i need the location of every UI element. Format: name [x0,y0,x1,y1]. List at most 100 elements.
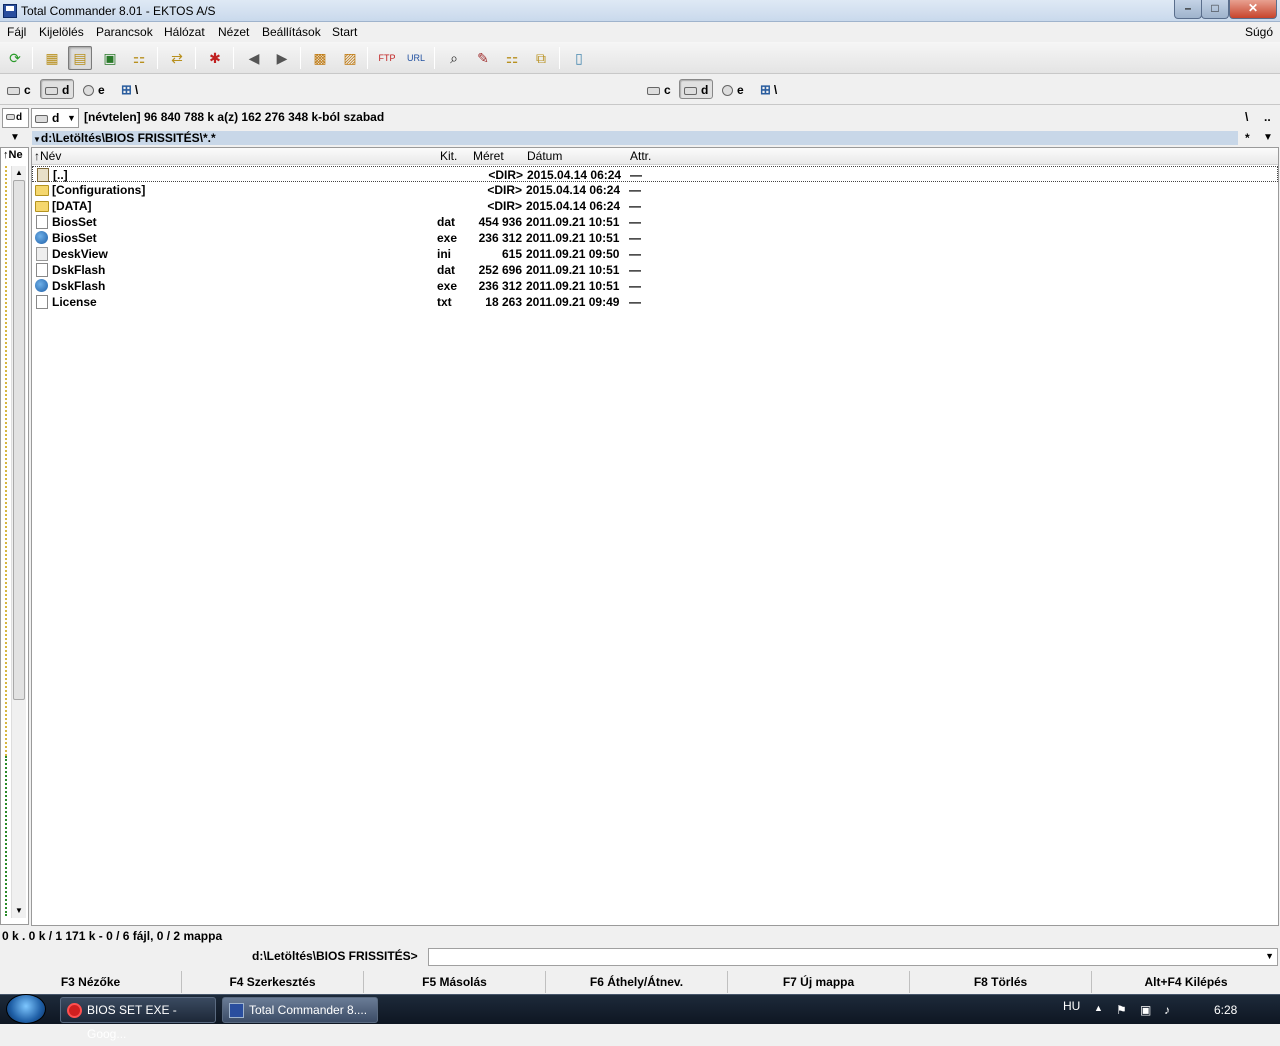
minimize-button[interactable]: – [1174,0,1202,19]
chevron-down-icon[interactable]: ▼ [1265,951,1274,961]
star-button[interactable]: * [1245,131,1250,145]
history-dropdown-icon[interactable]: ▼ [10,132,20,143]
task-label: BIOS SET EXE - Goog... [87,1003,177,1041]
multi-rename-icon[interactable]: ✎ [471,46,495,70]
left-file-panel[interactable]: ↑Ne ▲ ▼ [0,147,29,925]
file-row[interactable]: DskFlash dat 252 696 2011.09.21 10:51— [32,262,1278,278]
toolbar-separator [367,47,368,69]
menu-view[interactable]: Nézet [218,25,249,39]
menu-select[interactable]: Kijelölés [39,25,84,39]
drive-c-button[interactable]: c [642,79,676,99]
pack-icon[interactable]: ▩ [308,46,332,70]
menu-network[interactable]: Hálózat [164,25,205,39]
flag-icon[interactable]: ⚑ [1116,1003,1127,1017]
scroll-up-icon[interactable]: ▲ [15,168,23,177]
chevron-down-icon: ▼ [67,113,76,123]
taskbar-item-totalcmd[interactable]: Total Commander 8.... [222,997,378,1023]
start-button[interactable] [6,994,46,1024]
refresh-icon[interactable]: ⟳ [3,46,27,70]
menu-commands[interactable]: Parancsok [96,25,153,39]
path-bar[interactable]: ▼d:\Letöltés\BIOS FRISSITÉS\*.* [32,131,1238,145]
close-button[interactable]: ✕ [1229,0,1277,19]
left-drive-bar: c d e ⊞ \ [0,79,640,101]
notepad-icon[interactable]: ▯ [567,46,591,70]
full-view-icon[interactable]: ▤ [68,46,92,70]
back-icon[interactable]: ◀ [242,46,266,70]
file-icon [36,263,48,277]
toolbar-separator [434,47,435,69]
f7-newfolder-button[interactable]: F7 Új mappa [728,971,910,993]
f6-move-button[interactable]: F6 Áthely/Átnev. [546,971,728,993]
exe-icon [35,279,48,292]
language-indicator[interactable]: HU [1063,999,1080,1013]
menu-file[interactable]: Fájl [7,25,26,39]
brief-view-icon[interactable]: ▦ [40,46,64,70]
root-dir-button[interactable]: \ [1245,110,1248,124]
column-attr[interactable]: Attr. [630,149,651,163]
file-name: [Configurations] [52,183,146,197]
file-attr: — [629,231,641,245]
network-tray-icon[interactable]: ▣ [1140,1003,1151,1017]
find-files-icon[interactable]: ⌕ [442,46,466,70]
taskbar-item-browser[interactable]: BIOS SET EXE - Goog... [60,997,216,1041]
volume-icon[interactable]: ♪ [1164,1003,1170,1017]
file-row[interactable]: DeskView ini 615 2011.09.21 09:50— [32,246,1278,262]
file-row[interactable]: [Configurations] <DIR> 2015.04.14 06:24 — [32,182,1278,198]
menu-settings[interactable]: Beállítások [262,25,321,39]
f8-delete-button[interactable]: F8 Törlés [910,971,1092,993]
forward-icon[interactable]: ▶ [270,46,294,70]
drive-e-button[interactable]: e [717,79,749,99]
drive-d-button[interactable]: d [679,79,714,99]
clock[interactable]: 6:28 [1214,1003,1237,1017]
cdrom-icon [722,85,733,97]
taskbar: BIOS SET EXE - Goog... Total Commander 8… [0,994,1280,1041]
compare-dirs-icon[interactable]: ⚏ [500,46,524,70]
column-name[interactable]: ↑Név [34,149,61,163]
drive-icon [647,86,660,95]
select-files-icon[interactable]: ✱ [203,46,227,70]
drive-combo[interactable]: d ▼ [31,108,79,128]
drive-e-button[interactable]: e [78,79,110,99]
f5-copy-button[interactable]: F5 Másolás [364,971,546,993]
column-ext[interactable]: Kit. [440,149,457,163]
file-row[interactable]: License txt 18 263 2011.09.21 09:49— [32,294,1278,310]
f3-view-button[interactable]: F3 Nézőke [0,971,182,993]
thumbnail-view-icon[interactable]: ▣ [98,46,122,70]
network-drive-button[interactable]: ⊞ \ [755,79,782,99]
altf4-exit-button[interactable]: Alt+F4 Kilépés [1092,971,1280,993]
menu-start[interactable]: Start [332,25,357,39]
file-size: 236 312 [478,231,522,245]
tree-view-icon[interactable]: ⚏ [127,46,151,70]
scrollbar-thumb[interactable] [13,180,25,700]
scroll-down-icon[interactable]: ▼ [15,906,23,915]
f4-edit-button[interactable]: F4 Szerkesztés [182,971,364,993]
network-drive-button[interactable]: ⊞ \ [116,79,143,99]
left-col-header[interactable]: ↑Ne [3,149,23,161]
drive-c-button[interactable]: c [2,79,36,99]
copy-names-icon[interactable]: ⧉ [529,46,553,70]
maximize-button[interactable]: □ [1201,0,1229,19]
unpack-icon[interactable]: ▨ [338,46,362,70]
ftp-connect-icon[interactable]: FTP [375,46,399,70]
toolbar-separator [32,47,33,69]
column-size[interactable]: Méret [473,149,504,163]
url-connect-icon[interactable]: URL [404,46,428,70]
drive-d-button[interactable]: d [40,79,75,99]
vertical-scrollbar[interactable]: ▲ ▼ [11,166,26,918]
chevron-down-icon[interactable]: ▼ [1263,132,1273,143]
toolbar-separator [233,47,234,69]
command-input[interactable]: ▼ [428,948,1278,966]
file-panel[interactable]: ↑Név Kit. Méret Dátum Attr. [..] <DIR> 201… [31,147,1279,926]
column-date[interactable]: Dátum [527,149,562,163]
sync-dirs-icon[interactable]: ⇄ [165,46,189,70]
file-row[interactable]: BiosSet exe 236 312 2011.09.21 10:51— [32,230,1278,246]
menu-help[interactable]: Súgó [1245,25,1273,39]
parent-dir-button[interactable]: .. [1264,110,1271,124]
left-drive-combo[interactable]: d [2,108,29,128]
file-row[interactable]: DskFlash exe 236 312 2011.09.21 10:51— [32,278,1278,294]
current-path: d:\Letöltés\BIOS FRISSITÉS\*.* [40,131,216,145]
file-row[interactable]: BiosSet dat 454 936 2011.09.21 10:51— [32,214,1278,230]
file-row[interactable]: [DATA] <DIR> 2015.04.14 06:24 — [32,198,1278,214]
file-row[interactable]: [..] <DIR> 2015.04.14 06:24 — [32,166,1278,182]
show-hidden-icons-icon[interactable]: ▲ [1094,1003,1103,1013]
